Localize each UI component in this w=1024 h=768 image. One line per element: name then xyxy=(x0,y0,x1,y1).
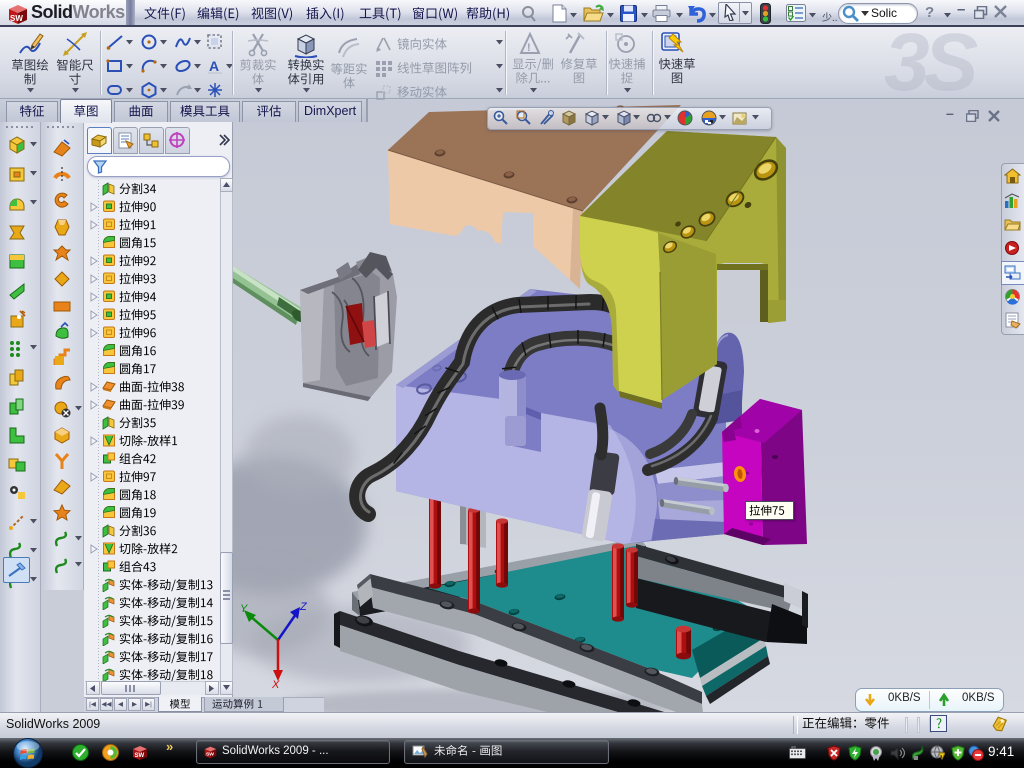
svg-text:SW: SW xyxy=(135,753,145,759)
svg-text:SW: SW xyxy=(206,752,214,758)
svg-text:Y: Y xyxy=(240,603,248,615)
svg-text:SW: SW xyxy=(10,14,23,23)
svg-text:键盘: 键盘 xyxy=(791,746,797,749)
svg-text:!: ! xyxy=(527,42,531,54)
svg-text:X: X xyxy=(271,679,280,691)
svg-text:Z: Z xyxy=(299,601,308,613)
svg-text:A: A xyxy=(209,58,219,74)
